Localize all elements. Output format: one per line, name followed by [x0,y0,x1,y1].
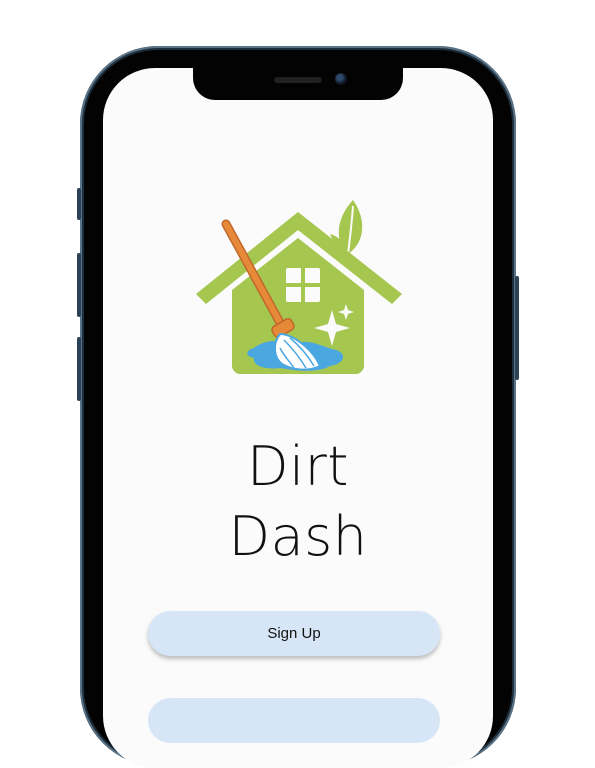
side-button-mute [77,188,81,220]
side-button-power [515,276,519,380]
app-title: Dirt Dash [103,432,493,572]
front-camera [335,73,347,85]
side-button-volume-down [77,337,81,401]
side-button-volume-up [77,253,81,317]
login-button[interactable] [148,698,440,743]
app-title-line1: Dirt [247,435,349,498]
speaker-grille [274,76,322,83]
signup-button[interactable]: Sign Up [148,611,440,656]
app-screen [103,68,493,768]
app-title-line2: Dash [228,505,368,568]
house-cleaning-mop-icon [196,200,402,374]
